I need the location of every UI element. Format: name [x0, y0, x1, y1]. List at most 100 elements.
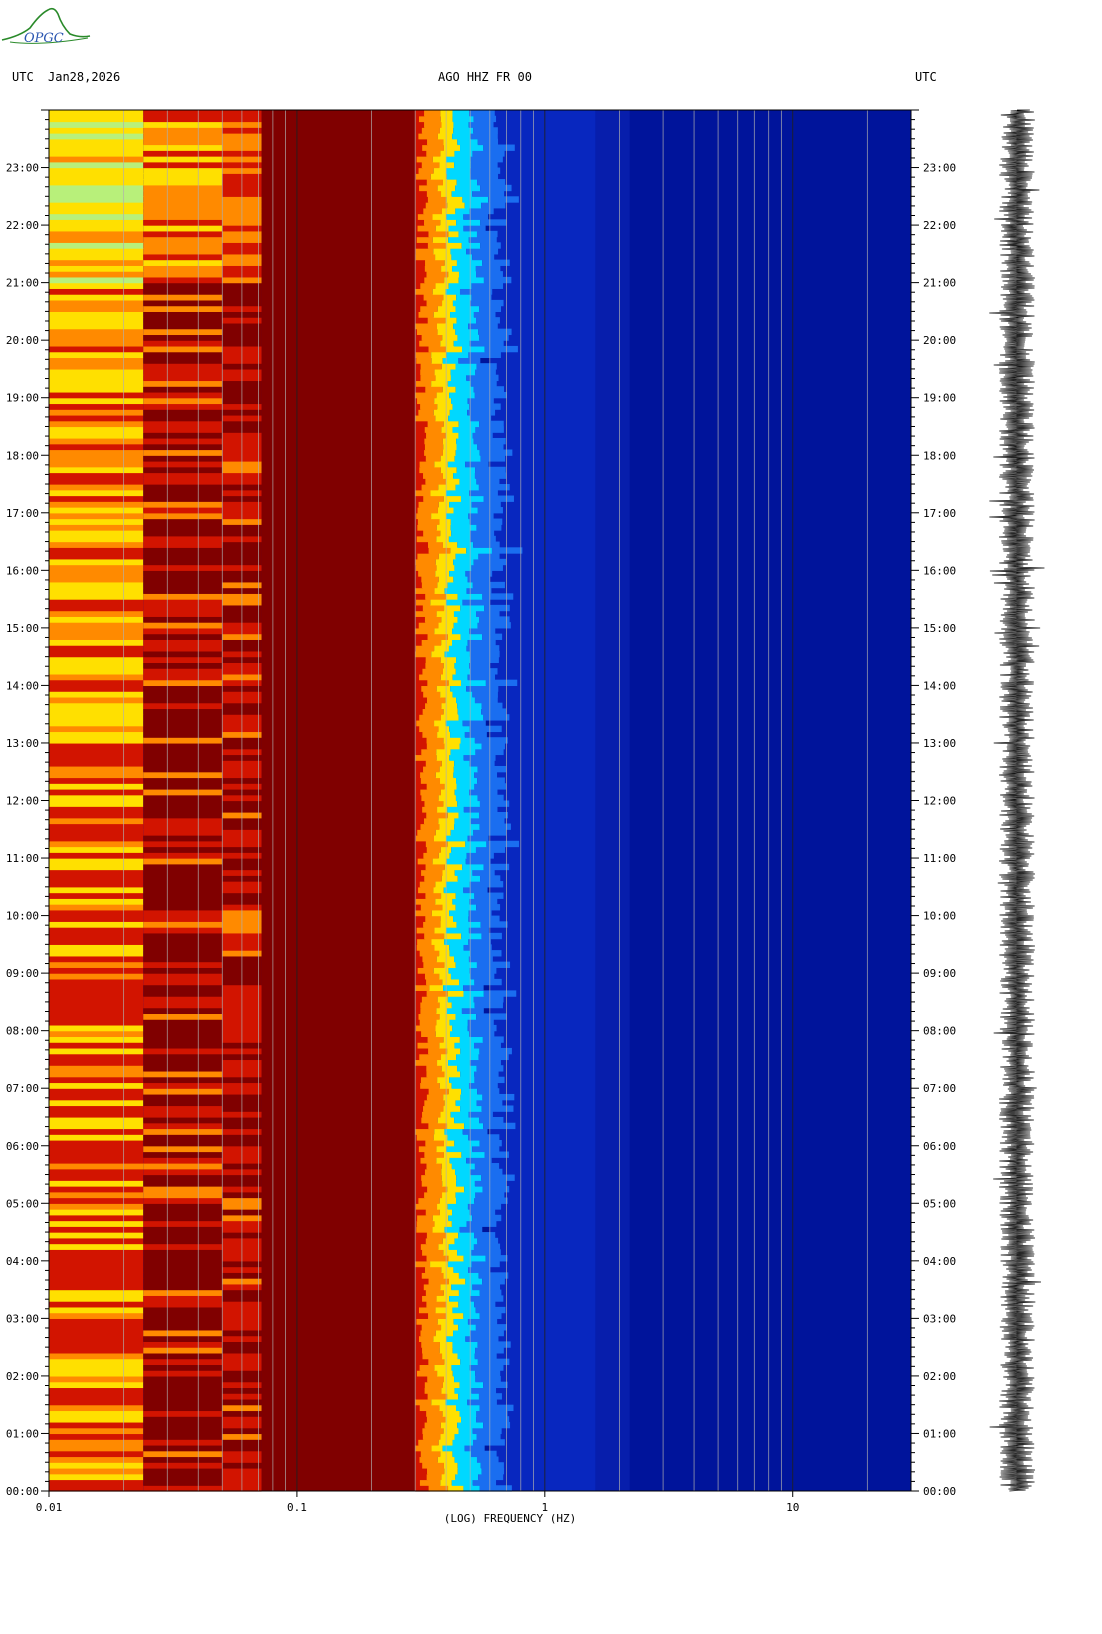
spectrum-cell-cyan: [456, 656, 471, 663]
spectrum-cell-cyan: [446, 881, 470, 888]
spectrum-cell-orange: [426, 299, 443, 307]
spectrum-cell-red: [415, 1352, 424, 1360]
spectrum-cell-red: [415, 1462, 424, 1469]
spectrum-cell-yellow: [443, 800, 458, 807]
spectrum-cell-orange: [419, 340, 441, 347]
spectrum-cell-yellow: [431, 938, 445, 945]
y-tick-label-left: 12:00: [6, 795, 39, 808]
spectrum-cell-red: [415, 817, 425, 825]
spectrum-cell-cyan: [461, 242, 481, 249]
spectrum-cell-orange: [415, 909, 432, 917]
spectrum-cell-light-blue: [482, 259, 510, 266]
spectrum-cell-light-blue: [466, 685, 499, 692]
spectrum-cell-cyan: [453, 121, 469, 128]
spectrum-cell-band1: [49, 1174, 144, 1181]
spectrum-cell-band2: [143, 990, 223, 997]
spectrum-cell-band1: [49, 426, 144, 433]
spectrum-cell-band1: [49, 1030, 144, 1038]
spectrum-cell-band2: [143, 1427, 223, 1435]
spectrum-cell-band1: [49, 225, 144, 232]
spectrum-cell-orange: [427, 196, 447, 203]
y-tick-label-right: 07:00: [923, 1082, 956, 1095]
spectrum-cell-band1: [49, 662, 144, 669]
spectrum-cell-light-blue: [477, 777, 505, 784]
spectrum-cell-red: [415, 230, 430, 238]
spectrum-cell-light-blue: [463, 886, 488, 894]
spectrum-cell-yellow: [430, 1260, 448, 1268]
spectrum-cell-band1: [49, 1324, 144, 1331]
spectrum-cell-band1: [49, 368, 144, 376]
spectrum-cell-cyan: [454, 1456, 477, 1463]
spectrum-cell-band2: [143, 691, 223, 698]
spectrum-cell-band2: [143, 1059, 223, 1066]
spectrum-cell-cyan: [455, 1473, 479, 1481]
spectrum-cell-orange: [422, 1352, 443, 1360]
spectrum-cell-light-blue: [470, 950, 502, 957]
spectrum-band-blue: [595, 110, 630, 1491]
spectrum-cell-orange: [418, 115, 441, 123]
spectrum-cell-band2: [143, 1174, 223, 1181]
spectrum-cell-yellow: [440, 656, 457, 663]
spectrum-cell-orange: [424, 800, 444, 807]
spectrum-cell-orange: [418, 1013, 440, 1020]
spectrum-cell-light-blue: [473, 127, 498, 134]
spectrum-cell-light-blue: [483, 714, 510, 721]
spectrum-cell-band2: [143, 627, 223, 635]
spectrum-cell-band1: [49, 1364, 144, 1371]
spectrum-cell-red: [415, 1358, 430, 1366]
spectrum-cell-band1: [49, 351, 144, 359]
spectrum-cell-orange: [427, 1036, 444, 1043]
spectrum-cell-orange: [417, 397, 435, 405]
spectrum-cell-band2: [143, 731, 223, 738]
spectrum-cell-band1: [49, 202, 144, 209]
spectrum-cell-cyan: [446, 858, 466, 865]
y-tick-label-left: 04:00: [6, 1255, 39, 1268]
spectrum-cell-light-blue: [469, 662, 491, 669]
spectrum-cell-yellow: [434, 944, 450, 951]
spectrum-cell-orange: [420, 1076, 438, 1084]
spectrum-cell-cyan: [453, 1329, 471, 1337]
spectrum-cell-orange: [425, 1289, 444, 1296]
spectrum-cell-light-blue: [480, 921, 508, 928]
spectrum-cell-band1: [49, 737, 144, 744]
spectrum-cell-band2: [143, 714, 223, 721]
spectrum-cell-orange: [423, 1283, 441, 1291]
spectrum-cell-band1: [49, 403, 144, 410]
spectrum-cell-orange: [423, 472, 443, 479]
spectrum-cell-band2: [143, 1289, 223, 1296]
spectrum-cell-band2: [143, 334, 223, 341]
spectrum-cell-yellow: [441, 265, 453, 272]
spectrum-cell-light-blue: [476, 904, 501, 911]
spectrum-cell-band2: [143, 955, 223, 963]
spectrum-cell-light-blue: [469, 788, 498, 796]
spectrum-cell-yellow: [441, 875, 458, 882]
spectrum-cell-band2: [143, 984, 223, 991]
spectrum-cell-band2: [143, 225, 223, 232]
spectrum-cell-light-blue: [463, 754, 496, 761]
spectrum-cell-band1: [49, 1272, 144, 1279]
spectrum-cell-band2: [143, 524, 223, 531]
spectrum-cell-yellow: [435, 898, 453, 905]
spectrum-cell-red: [415, 1151, 426, 1158]
spectrum-cell-band1: [49, 1289, 144, 1296]
spectrum-cell-red: [415, 875, 426, 882]
spectrum-cell-orange: [415, 322, 437, 330]
spectrum-cell-band2: [143, 1226, 223, 1233]
spectrum-cell-band2: [143, 161, 223, 169]
spectrum-cell-orange: [424, 219, 441, 226]
spectrum-cell-light-blue: [479, 420, 504, 428]
spectrum-cell-yellow: [440, 1111, 451, 1118]
spectrum-cell-orange: [415, 650, 432, 658]
spectrum-cell-cyan: [460, 1093, 483, 1101]
spectrum-cell-cyan: [453, 340, 470, 347]
spectrum-cell-yellow: [434, 368, 451, 376]
spectrum-cell-yellow: [435, 570, 450, 577]
spectrum-cell-cyan: [443, 886, 464, 894]
spectrum-cell-red: [415, 541, 430, 548]
spectrum-cell-orange: [422, 1347, 440, 1354]
spectrum-cell-band1: [49, 489, 144, 497]
spectrum-cell-cyan: [452, 691, 473, 698]
spectrum-cell-orange: [427, 1186, 448, 1193]
spectrum-cell-light-blue: [479, 1116, 504, 1124]
spectrum-cell-orange: [422, 1111, 441, 1118]
